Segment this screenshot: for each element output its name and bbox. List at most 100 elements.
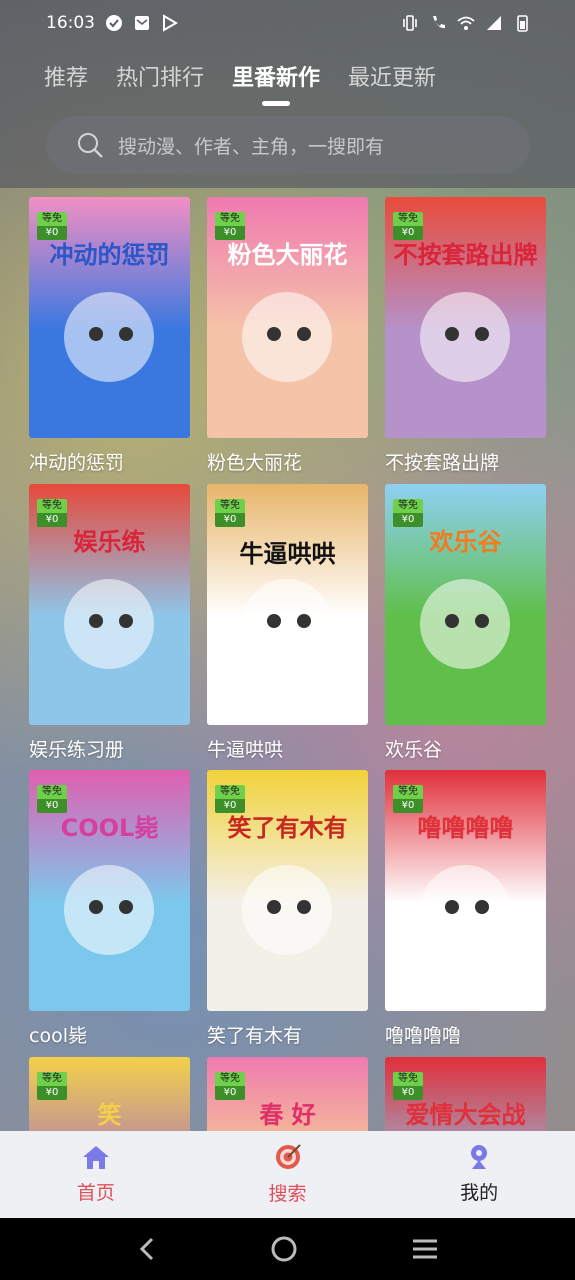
comic-card[interactable]: 娱乐练 等免 ¥0 娱乐练习册 <box>29 484 190 762</box>
comic-card[interactable]: 牛逼哄哄 等免 ¥0 牛逼哄哄 <box>207 484 368 762</box>
comic-cover-image[interactable]: 冲动的惩罚 等免 ¥0 <box>29 197 190 438</box>
category-tabs: 推荐 热门排行 里番新作 最近更新 <box>0 54 575 106</box>
nav-profile[interactable]: 我的 <box>383 1131 575 1218</box>
tab-new-releases[interactable]: 里番新作 <box>232 60 320 106</box>
play-store-icon <box>163 14 178 32</box>
tab-recommended[interactable]: 推荐 <box>44 60 88 92</box>
comic-title[interactable]: 粉色大丽花 <box>207 448 368 475</box>
comic-cover-image[interactable]: 笑 等免 ¥0 <box>29 1057 190 1132</box>
free-badge: 等免 ¥0 <box>37 1072 67 1100</box>
comic-title[interactable]: 不按套路出牌 <box>385 448 546 475</box>
badge-price: ¥0 <box>393 799 423 813</box>
comic-card[interactable]: COOL毙 等免 ¥0 cool毙 <box>29 770 190 1048</box>
system-navigation-bar <box>0 1218 575 1280</box>
vibrate-icon <box>403 15 417 31</box>
comic-card[interactable]: 笑了有木有 等免 ¥0 笑了有木有 <box>207 770 368 1048</box>
free-badge: 等免 ¥0 <box>393 212 423 240</box>
nav-home[interactable]: 首页 <box>0 1131 192 1218</box>
badge-price: ¥0 <box>215 513 245 527</box>
comic-card[interactable]: 笑 等免 ¥0 <box>29 1057 190 1132</box>
comic-title[interactable]: 娱乐练习册 <box>29 735 190 762</box>
home-icon <box>82 1146 109 1169</box>
comic-card[interactable]: 粉色大丽花 等免 ¥0 粉色大丽花 <box>207 197 368 475</box>
comic-title[interactable]: 噜噜噜噜 <box>385 1021 546 1048</box>
cover-illustration <box>420 865 510 955</box>
recents-menu-icon[interactable] <box>411 1238 439 1260</box>
check-circle-icon <box>106 15 122 31</box>
badge-price: ¥0 <box>215 799 245 813</box>
free-badge: 等免 ¥0 <box>215 785 245 813</box>
comic-title[interactable]: 冲动的惩罚 <box>29 448 190 475</box>
comic-card[interactable]: 不按套路出牌 等免 ¥0 不按套路出牌 <box>385 197 546 475</box>
comic-cover-image[interactable]: COOL毙 等免 ¥0 <box>29 770 190 1011</box>
comic-card[interactable]: 噜噜噜噜 等免 ¥0 噜噜噜噜 <box>385 770 546 1048</box>
badge-price: ¥0 <box>393 1086 423 1100</box>
cover-title-art: 不按套路出牌 <box>393 241 538 269</box>
comic-card[interactable]: 冲动的惩罚 等免 ¥0 冲动的惩罚 <box>29 197 190 475</box>
badge-wait-free: 等免 <box>37 212 67 226</box>
cover-illustration <box>242 292 332 382</box>
comic-cover-image[interactable]: 欢乐谷 等免 ¥0 <box>385 484 546 725</box>
badge-price: ¥0 <box>215 226 245 240</box>
comic-cover-image[interactable]: 娱乐练 等免 ¥0 <box>29 484 190 725</box>
user-icon <box>471 1145 488 1169</box>
free-badge: 等免 ¥0 <box>37 212 67 240</box>
tab-recently-updated[interactable]: 最近更新 <box>348 60 436 92</box>
comic-cover-image[interactable]: 爱情大会战 等免 ¥0 <box>385 1057 546 1132</box>
comic-title[interactable]: cool毙 <box>29 1021 190 1048</box>
free-badge: 等免 ¥0 <box>215 499 245 527</box>
tab-hot-ranking[interactable]: 热门排行 <box>116 60 204 92</box>
badge-wait-free: 等免 <box>215 1072 245 1086</box>
wifi-icon <box>457 16 475 30</box>
cover-title-art: 粉色大丽花 <box>227 241 348 269</box>
badge-price: ¥0 <box>37 799 67 813</box>
search-bar[interactable]: 搜动漫、作者、主角，一搜即有 <box>46 116 530 174</box>
cover-title-art: 牛逼哄哄 <box>239 540 336 568</box>
free-badge: 等免 ¥0 <box>37 785 67 813</box>
badge-price: ¥0 <box>393 226 423 240</box>
free-badge: 等免 ¥0 <box>393 785 423 813</box>
comic-title[interactable]: 欢乐谷 <box>385 735 546 762</box>
badge-price: ¥0 <box>37 1086 67 1100</box>
badge-wait-free: 等免 <box>215 785 245 799</box>
comic-grid: 冲动的惩罚 等免 ¥0 冲动的惩罚 粉色大丽花 等免 ¥0 粉色大丽花 不按套路出牌 等免 ¥0 不按… <box>29 197 549 1132</box>
comic-cover-image[interactable]: 春 好等免 ¥0 <box>207 1057 368 1132</box>
cover-illustration <box>89 900 103 914</box>
cover-illustration <box>420 292 510 382</box>
comic-cover-image[interactable]: 不按套路出牌 等免 ¥0 <box>385 197 546 438</box>
signal-icon <box>487 16 501 30</box>
bottom-navigation: 首页 搜索 我的 <box>0 1131 575 1218</box>
nav-home-label: 首页 <box>76 1182 115 1204</box>
home-circle-icon[interactable] <box>270 1235 298 1263</box>
nav-search[interactable]: 搜索 <box>192 1131 384 1218</box>
comic-card[interactable]: 爱情大会战 等免 ¥0 <box>385 1057 546 1132</box>
cover-illustration <box>89 327 103 341</box>
badge-price: ¥0 <box>37 513 67 527</box>
badge-wait-free: 等免 <box>37 1072 67 1086</box>
comic-cover-image[interactable]: 噜噜噜噜 等免 ¥0 <box>385 770 546 1011</box>
mail-icon <box>135 16 149 30</box>
free-badge: 等免 ¥0 <box>393 499 423 527</box>
badge-wait-free: 等免 <box>393 785 423 799</box>
cover-illustration <box>267 900 281 914</box>
cover-illustration <box>64 292 154 382</box>
nav-search-label: 搜索 <box>268 1183 307 1205</box>
comic-cover-image[interactable]: 粉色大丽花 等免 ¥0 <box>207 197 368 438</box>
comic-card[interactable]: 春 好等免 ¥0 <box>207 1057 368 1132</box>
badge-wait-free: 等免 <box>215 212 245 226</box>
cover-illustration <box>64 579 154 669</box>
cover-title-art: 冲动的惩罚 <box>49 241 170 269</box>
cover-illustration <box>89 614 103 628</box>
badge-wait-free: 等免 <box>215 499 245 513</box>
cover-title-art: 笑 <box>97 1101 122 1129</box>
comic-title[interactable]: 笑了有木有 <box>207 1021 368 1048</box>
cover-title-art: 欢乐谷 <box>429 528 502 556</box>
comic-cover-image[interactable]: 笑了有木有 等免 ¥0 <box>207 770 368 1011</box>
comic-cover-image[interactable]: 牛逼哄哄 等免 ¥0 <box>207 484 368 725</box>
comic-card[interactable]: 欢乐谷 等免 ¥0 欢乐谷 <box>385 484 546 762</box>
cover-illustration <box>445 900 459 914</box>
badge-wait-free: 等免 <box>393 499 423 513</box>
back-icon[interactable] <box>136 1236 158 1262</box>
comic-title[interactable]: 牛逼哄哄 <box>207 735 368 762</box>
battery-icon <box>517 15 528 32</box>
